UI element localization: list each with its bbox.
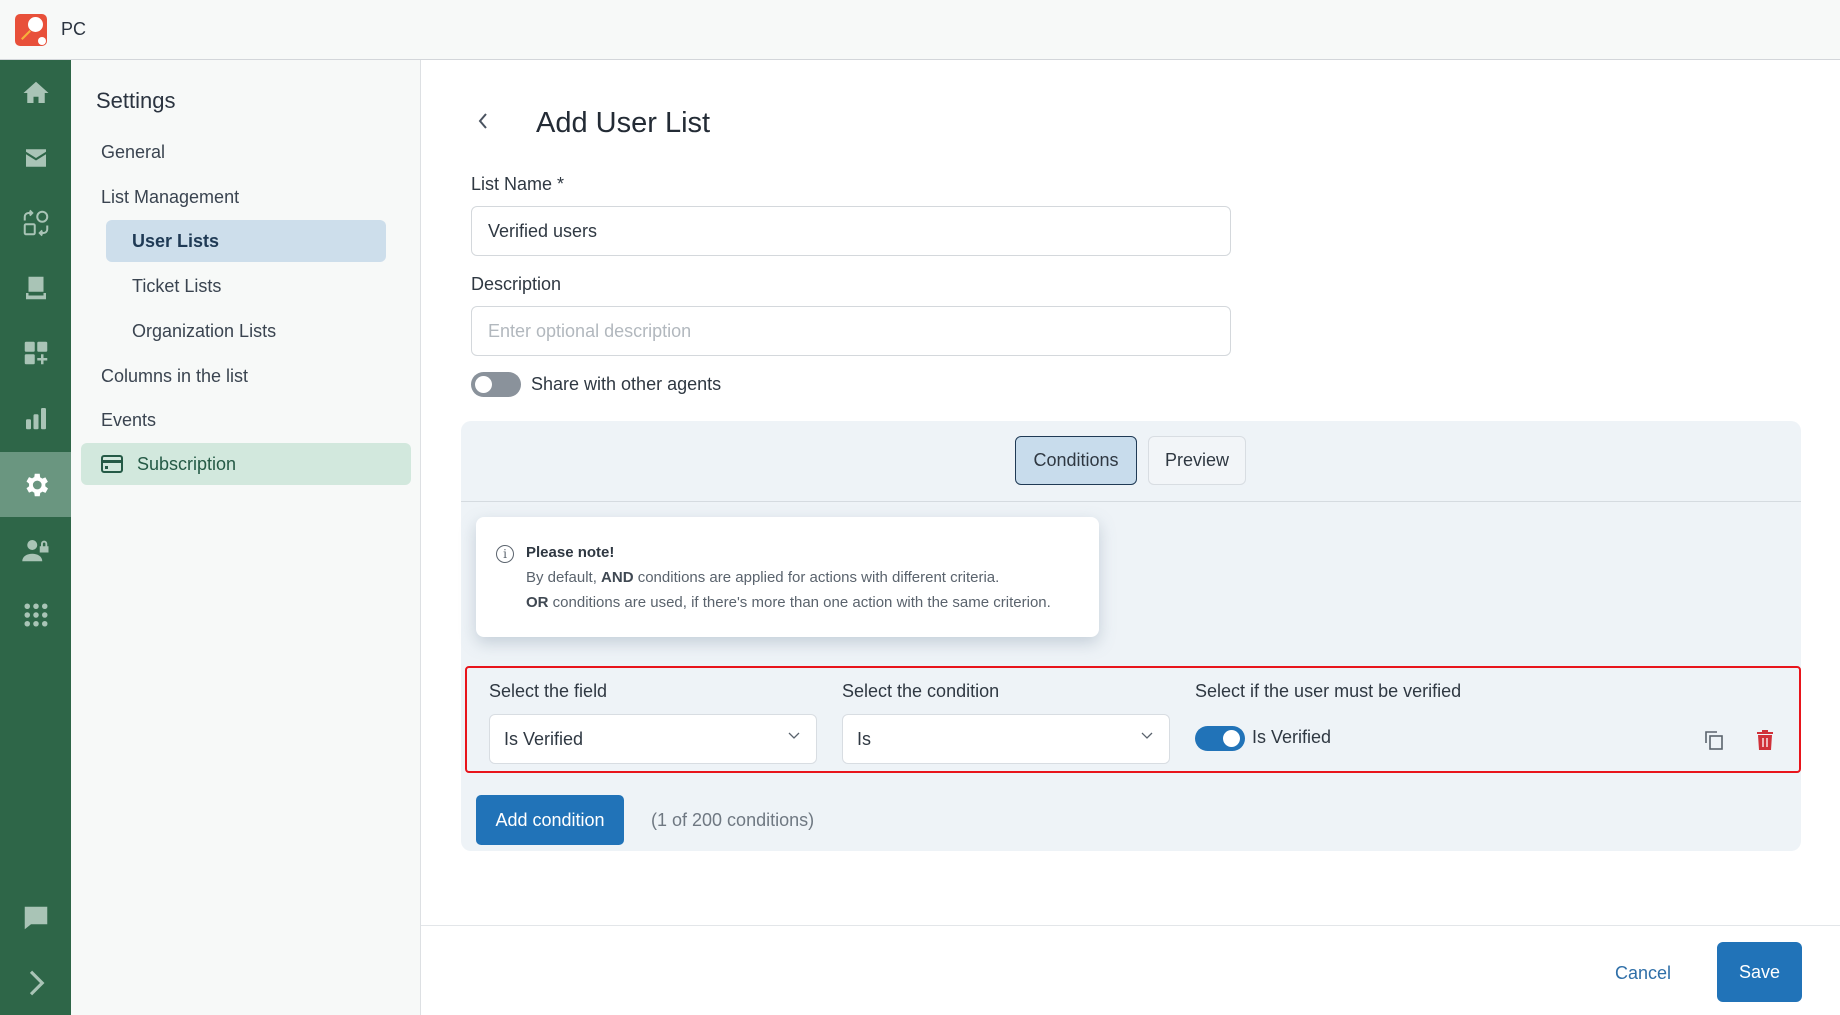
- workflow-icon: [23, 209, 48, 236]
- user-lock-icon: [21, 539, 48, 561]
- sidebar-item-organization-lists[interactable]: Organization Lists: [132, 321, 276, 342]
- chat-icon: [24, 906, 47, 929]
- home-icon: [23, 81, 48, 103]
- rail-chat[interactable]: [0, 885, 71, 950]
- share-toggle[interactable]: [471, 372, 521, 397]
- condition-row: Select the field Is Verified Select the …: [465, 666, 1801, 773]
- sidebar-item-list-management[interactable]: List Management: [101, 187, 239, 208]
- cancel-button[interactable]: Cancel: [1615, 963, 1671, 984]
- chevron-right-icon: [29, 970, 44, 995]
- back-button[interactable]: [476, 108, 490, 139]
- field-select[interactable]: Is Verified: [489, 714, 817, 764]
- field-label: Select the field: [489, 681, 608, 701]
- rail-automations[interactable]: [0, 190, 71, 255]
- rail-apps[interactable]: [0, 582, 71, 647]
- book-icon: [25, 276, 46, 299]
- note-line-2: OR conditions are used, if there's more …: [526, 594, 1051, 611]
- note-text: conditions are applied for actions with …: [633, 569, 1000, 586]
- sidebar-item-ticket-lists[interactable]: Ticket Lists: [132, 276, 221, 297]
- note-text: conditions are used, if there's more tha…: [548, 594, 1051, 611]
- sidebar-item-subscription[interactable]: Subscription: [81, 443, 411, 485]
- sidebar-title: Settings: [96, 88, 176, 113]
- rail-expand[interactable]: [0, 950, 71, 1015]
- note-line-1: By default, AND conditions are applied f…: [526, 569, 999, 586]
- sidebar-item-label: User Lists: [132, 231, 220, 251]
- chevron-down-icon: [788, 732, 800, 739]
- settings-sidebar: Settings General List Management User Li…: [71, 60, 421, 1015]
- field-select-value: Is Verified: [504, 728, 584, 749]
- list-name-input[interactable]: Verified users: [471, 206, 1231, 256]
- tab-conditions[interactable]: Conditions: [1015, 436, 1137, 485]
- mail-icon: [25, 148, 46, 167]
- sidebar-item-label: Subscription: [137, 453, 237, 474]
- verified-toggle-label: Is Verified: [1252, 727, 1332, 747]
- sidebar-item-general[interactable]: General: [101, 142, 165, 163]
- verified-toggle[interactable]: [1195, 726, 1245, 751]
- description-label: Description: [471, 274, 562, 294]
- app-title: PC: [61, 19, 87, 39]
- verified-label: Select if the user must be verified: [1195, 681, 1462, 701]
- rail-user-permissions[interactable]: [0, 517, 71, 582]
- duplicate-button[interactable]: [1702, 728, 1726, 752]
- note-title: Please note!: [526, 544, 615, 561]
- tab-preview[interactable]: Preview: [1148, 436, 1246, 485]
- note-bold: OR: [526, 594, 549, 611]
- info-icon: i: [496, 545, 514, 563]
- description-input[interactable]: Enter optional description: [471, 306, 1231, 356]
- condition-count: (1 of 200 conditions): [651, 810, 815, 830]
- grid-plus-icon: [24, 341, 47, 364]
- share-label: Share with other agents: [531, 374, 722, 394]
- gear-icon: [26, 473, 48, 496]
- rail-reports[interactable]: [0, 385, 71, 450]
- rail-knowledge-base[interactable]: [0, 255, 71, 320]
- condition-label: Select the condition: [842, 681, 1000, 701]
- sidebar-item-user-lists[interactable]: User Lists: [106, 220, 386, 262]
- top-bar: PC: [0, 0, 1840, 60]
- note-text: By default,: [526, 569, 602, 586]
- note-bold: AND: [601, 569, 634, 586]
- chevron-down-icon: [1141, 732, 1153, 739]
- rail-add-widgets[interactable]: [0, 320, 71, 385]
- add-condition-button[interactable]: Add condition: [476, 795, 624, 845]
- rail-settings[interactable]: [0, 452, 71, 517]
- note-box: i Please note! By default, AND condition…: [476, 517, 1099, 637]
- app-logo[interactable]: [15, 13, 47, 46]
- rail-inbox[interactable]: [0, 125, 71, 190]
- trash-icon: [1757, 730, 1773, 750]
- credit-card-icon: [101, 455, 123, 473]
- conditions-panel: Conditions Preview i Please note! By def…: [461, 421, 1801, 851]
- condition-select[interactable]: Is: [842, 714, 1170, 764]
- list-name-label: List Name *: [471, 174, 565, 194]
- sidebar-item-events[interactable]: Events: [101, 410, 156, 431]
- sidebar-item-columns[interactable]: Columns in the list: [101, 366, 248, 387]
- delete-button[interactable]: [1753, 728, 1777, 752]
- copy-icon: [1705, 731, 1723, 750]
- tabs-bar: Conditions Preview: [461, 421, 1801, 502]
- apps-grid-icon: [24, 603, 47, 626]
- save-button[interactable]: Save: [1717, 942, 1802, 1002]
- page-title: Add User List: [536, 107, 711, 139]
- chevron-left-icon: [478, 113, 487, 129]
- condition-select-value: Is: [857, 728, 872, 749]
- footer-bar: Cancel Save: [421, 925, 1840, 1015]
- rail-home[interactable]: [0, 60, 71, 125]
- icon-rail: [0, 60, 71, 1015]
- main-content: Add User List List Name * Verified users…: [421, 60, 1840, 1015]
- bar-chart-icon: [25, 407, 46, 429]
